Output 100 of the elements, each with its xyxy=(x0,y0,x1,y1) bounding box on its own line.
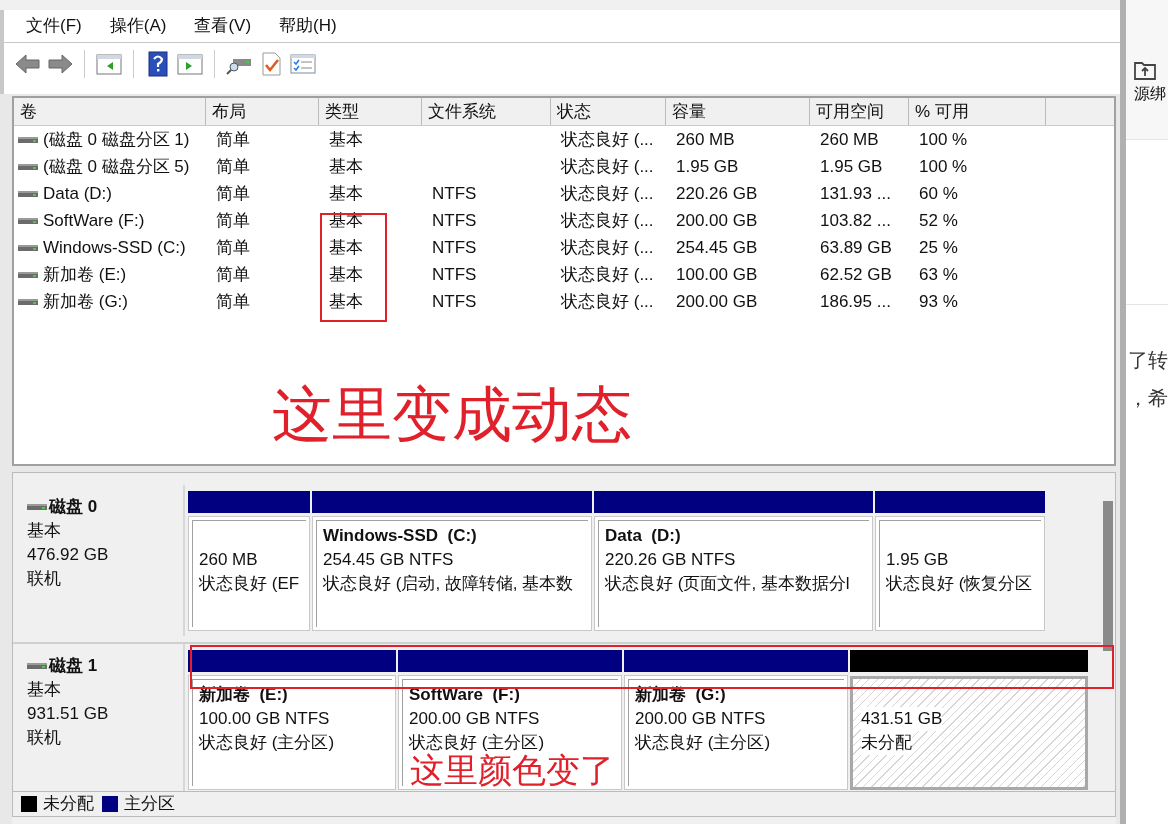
column-header[interactable]: 布局 xyxy=(206,98,319,125)
annotation-text: 这里变成动态 xyxy=(272,385,632,445)
table-cell-text: 200.00 GB xyxy=(676,209,758,232)
table-cell-text: 简单 xyxy=(216,128,250,151)
partition-status: 状态良好 (EF xyxy=(199,573,300,595)
table-cell-text: Windows-SSD (C:) xyxy=(43,236,186,259)
drive-icon xyxy=(18,189,38,198)
drive-icon xyxy=(18,243,38,252)
drive-icon xyxy=(18,135,38,144)
table-cell-text: 63.89 GB xyxy=(820,236,892,259)
table-cell-text: 260 MB xyxy=(820,128,879,151)
table-cell-text: NTFS xyxy=(432,209,477,232)
column-header[interactable]: 卷 xyxy=(14,98,206,125)
column-header[interactable]: 状态 xyxy=(551,98,666,125)
disk-type: 基本 xyxy=(27,520,62,542)
table-cell-text: SoftWare (F:) xyxy=(43,209,145,232)
disk-status: 联机 xyxy=(27,568,62,590)
column-header[interactable]: 可用空间 xyxy=(810,98,909,125)
table-cell-text: NTFS xyxy=(432,263,477,286)
table-cell-text: 25 % xyxy=(919,236,958,259)
table-cell-text: 1.95 GB xyxy=(820,155,883,178)
partition[interactable]: 260 MB 状态良好 (EF xyxy=(188,516,310,631)
drive-icon xyxy=(18,270,38,279)
partition-status: 状态良好 (主分区) xyxy=(635,732,772,754)
drive-icon xyxy=(18,297,38,306)
column-header[interactable]: 容量 xyxy=(666,98,810,125)
table-cell-text: 1.95 GB xyxy=(676,155,739,178)
menu-item[interactable]: 操作(A) xyxy=(101,13,175,39)
column-header[interactable]: 类型 xyxy=(319,98,422,125)
table-cell-text: NTFS xyxy=(432,290,477,313)
table-cell-text: 简单 xyxy=(216,155,250,178)
table-cell-text: 状态良好 (... xyxy=(561,236,654,259)
partition-status: 状态良好 (启动, 故障转储, 基本数 xyxy=(323,573,575,595)
partition-size: 100.00 GB NTFS xyxy=(199,708,331,730)
table-cell-text: 200.00 GB xyxy=(676,290,758,313)
text-line: ，希 xyxy=(1128,386,1168,411)
column-header[interactable]: 文件系统 xyxy=(422,98,551,125)
partition-title: Data (D:) xyxy=(605,525,682,547)
table-cell-text: 基本 xyxy=(329,263,363,286)
disk-size: 931.51 GB xyxy=(27,703,110,725)
table-cell-text: 60 % xyxy=(919,182,958,205)
partition-size: 260 MB xyxy=(199,549,259,571)
table-cell-text: 简单 xyxy=(216,209,250,232)
disk-name: 磁盘 1 xyxy=(49,655,98,677)
partition-size: 254.45 GB NTFS xyxy=(323,549,455,571)
table-cell-text: 基本 xyxy=(329,128,363,151)
table-cell-text: 状态良好 (... xyxy=(561,263,654,286)
table-cell-text: NTFS xyxy=(432,236,477,259)
partition-status: 状态良好 (主分区) xyxy=(409,732,546,752)
drive-icon xyxy=(18,216,38,225)
table-cell-text: 100 % xyxy=(919,155,968,178)
column-header[interactable]: % 可用 xyxy=(909,98,1046,125)
table-cell-text: 基本 xyxy=(329,182,363,205)
table-cell-text: 状态良好 (... xyxy=(561,182,654,205)
table-cell-text: 62.52 GB xyxy=(820,263,892,286)
table-cell-text: 220.26 GB xyxy=(676,182,758,205)
table-cell-text: 简单 xyxy=(216,263,250,286)
table-cell-text: 131.93 ... xyxy=(820,182,891,205)
partition-size: 220.26 GB NTFS xyxy=(605,549,737,571)
toolbar-label: 源绑 xyxy=(1134,84,1167,104)
partition-title: Windows-SSD (C:) xyxy=(323,525,478,547)
table-cell-text: 254.45 GB xyxy=(676,236,758,259)
table-cell-text: 状态良好 (... xyxy=(561,209,654,232)
drive-icon xyxy=(27,503,47,511)
scrollbar-thumb[interactable] xyxy=(1103,501,1113,651)
table-cell-text: 基本 xyxy=(329,236,363,259)
menu-item[interactable]: 帮助(H) xyxy=(271,13,345,39)
table-cell-text: 63 % xyxy=(919,263,958,286)
partition[interactable]: Windows-SSD (C:) 254.45 GB NTFS 状态良好 (启动, 故障转储, 基本数 xyxy=(312,516,592,631)
folder-upload-icon[interactable] xyxy=(1134,60,1156,80)
legend-label: 未分配 xyxy=(43,793,94,816)
legend-label: 主分区 xyxy=(124,793,175,816)
drive-icon xyxy=(18,162,38,171)
partition-status: 状态良好 (主分区) xyxy=(199,732,336,754)
partition-status: 状态良好 (页面文件, 基本数据分l xyxy=(605,573,851,595)
table-cell-text: 100.00 GB xyxy=(676,263,758,286)
drive-icon xyxy=(27,662,47,670)
table-cell-text: 基本 xyxy=(329,290,363,313)
table-cell-text: Data (D:) xyxy=(43,182,112,205)
table-cell-text: NTFS xyxy=(432,182,477,205)
partition[interactable]: 1.95 GB 状态良好 (恢复分区 xyxy=(875,516,1045,631)
partition-size: 431.51 GB xyxy=(861,707,943,731)
partition-size: 200.00 GB NTFS xyxy=(635,708,767,730)
unallocated-space[interactable]: 431.51 GB 未分配 xyxy=(850,676,1088,790)
table-cell-text: 103.82 ... xyxy=(820,209,891,232)
partition[interactable]: Data (D:) 220.26 GB NTFS 状态良好 (页面文件, 基本数据分l xyxy=(594,516,873,631)
table-cell-text: 新加卷 (G:) xyxy=(43,290,128,313)
table-cell-text: 简单 xyxy=(216,236,250,259)
menu-item[interactable]: 查看(V) xyxy=(186,13,260,39)
partition-status: 状态良好 (恢复分区 xyxy=(886,573,1034,595)
disk-type: 基本 xyxy=(27,679,62,701)
menu-item[interactable]: 文件(F) xyxy=(18,13,90,39)
disk-size: 476.92 GB xyxy=(27,544,110,566)
table-cell-text: 状态良好 (... xyxy=(561,128,654,151)
partition-size: 200.00 GB NTFS xyxy=(409,708,541,730)
table-cell-text: (磁盘 0 磁盘分区 1) xyxy=(43,128,190,151)
partition-status: 未分配 xyxy=(861,731,912,755)
table-cell-text: 基本 xyxy=(329,155,363,178)
table-cell-text: 状态良好 (... xyxy=(561,290,654,313)
text-line: 了转 xyxy=(1128,348,1168,373)
